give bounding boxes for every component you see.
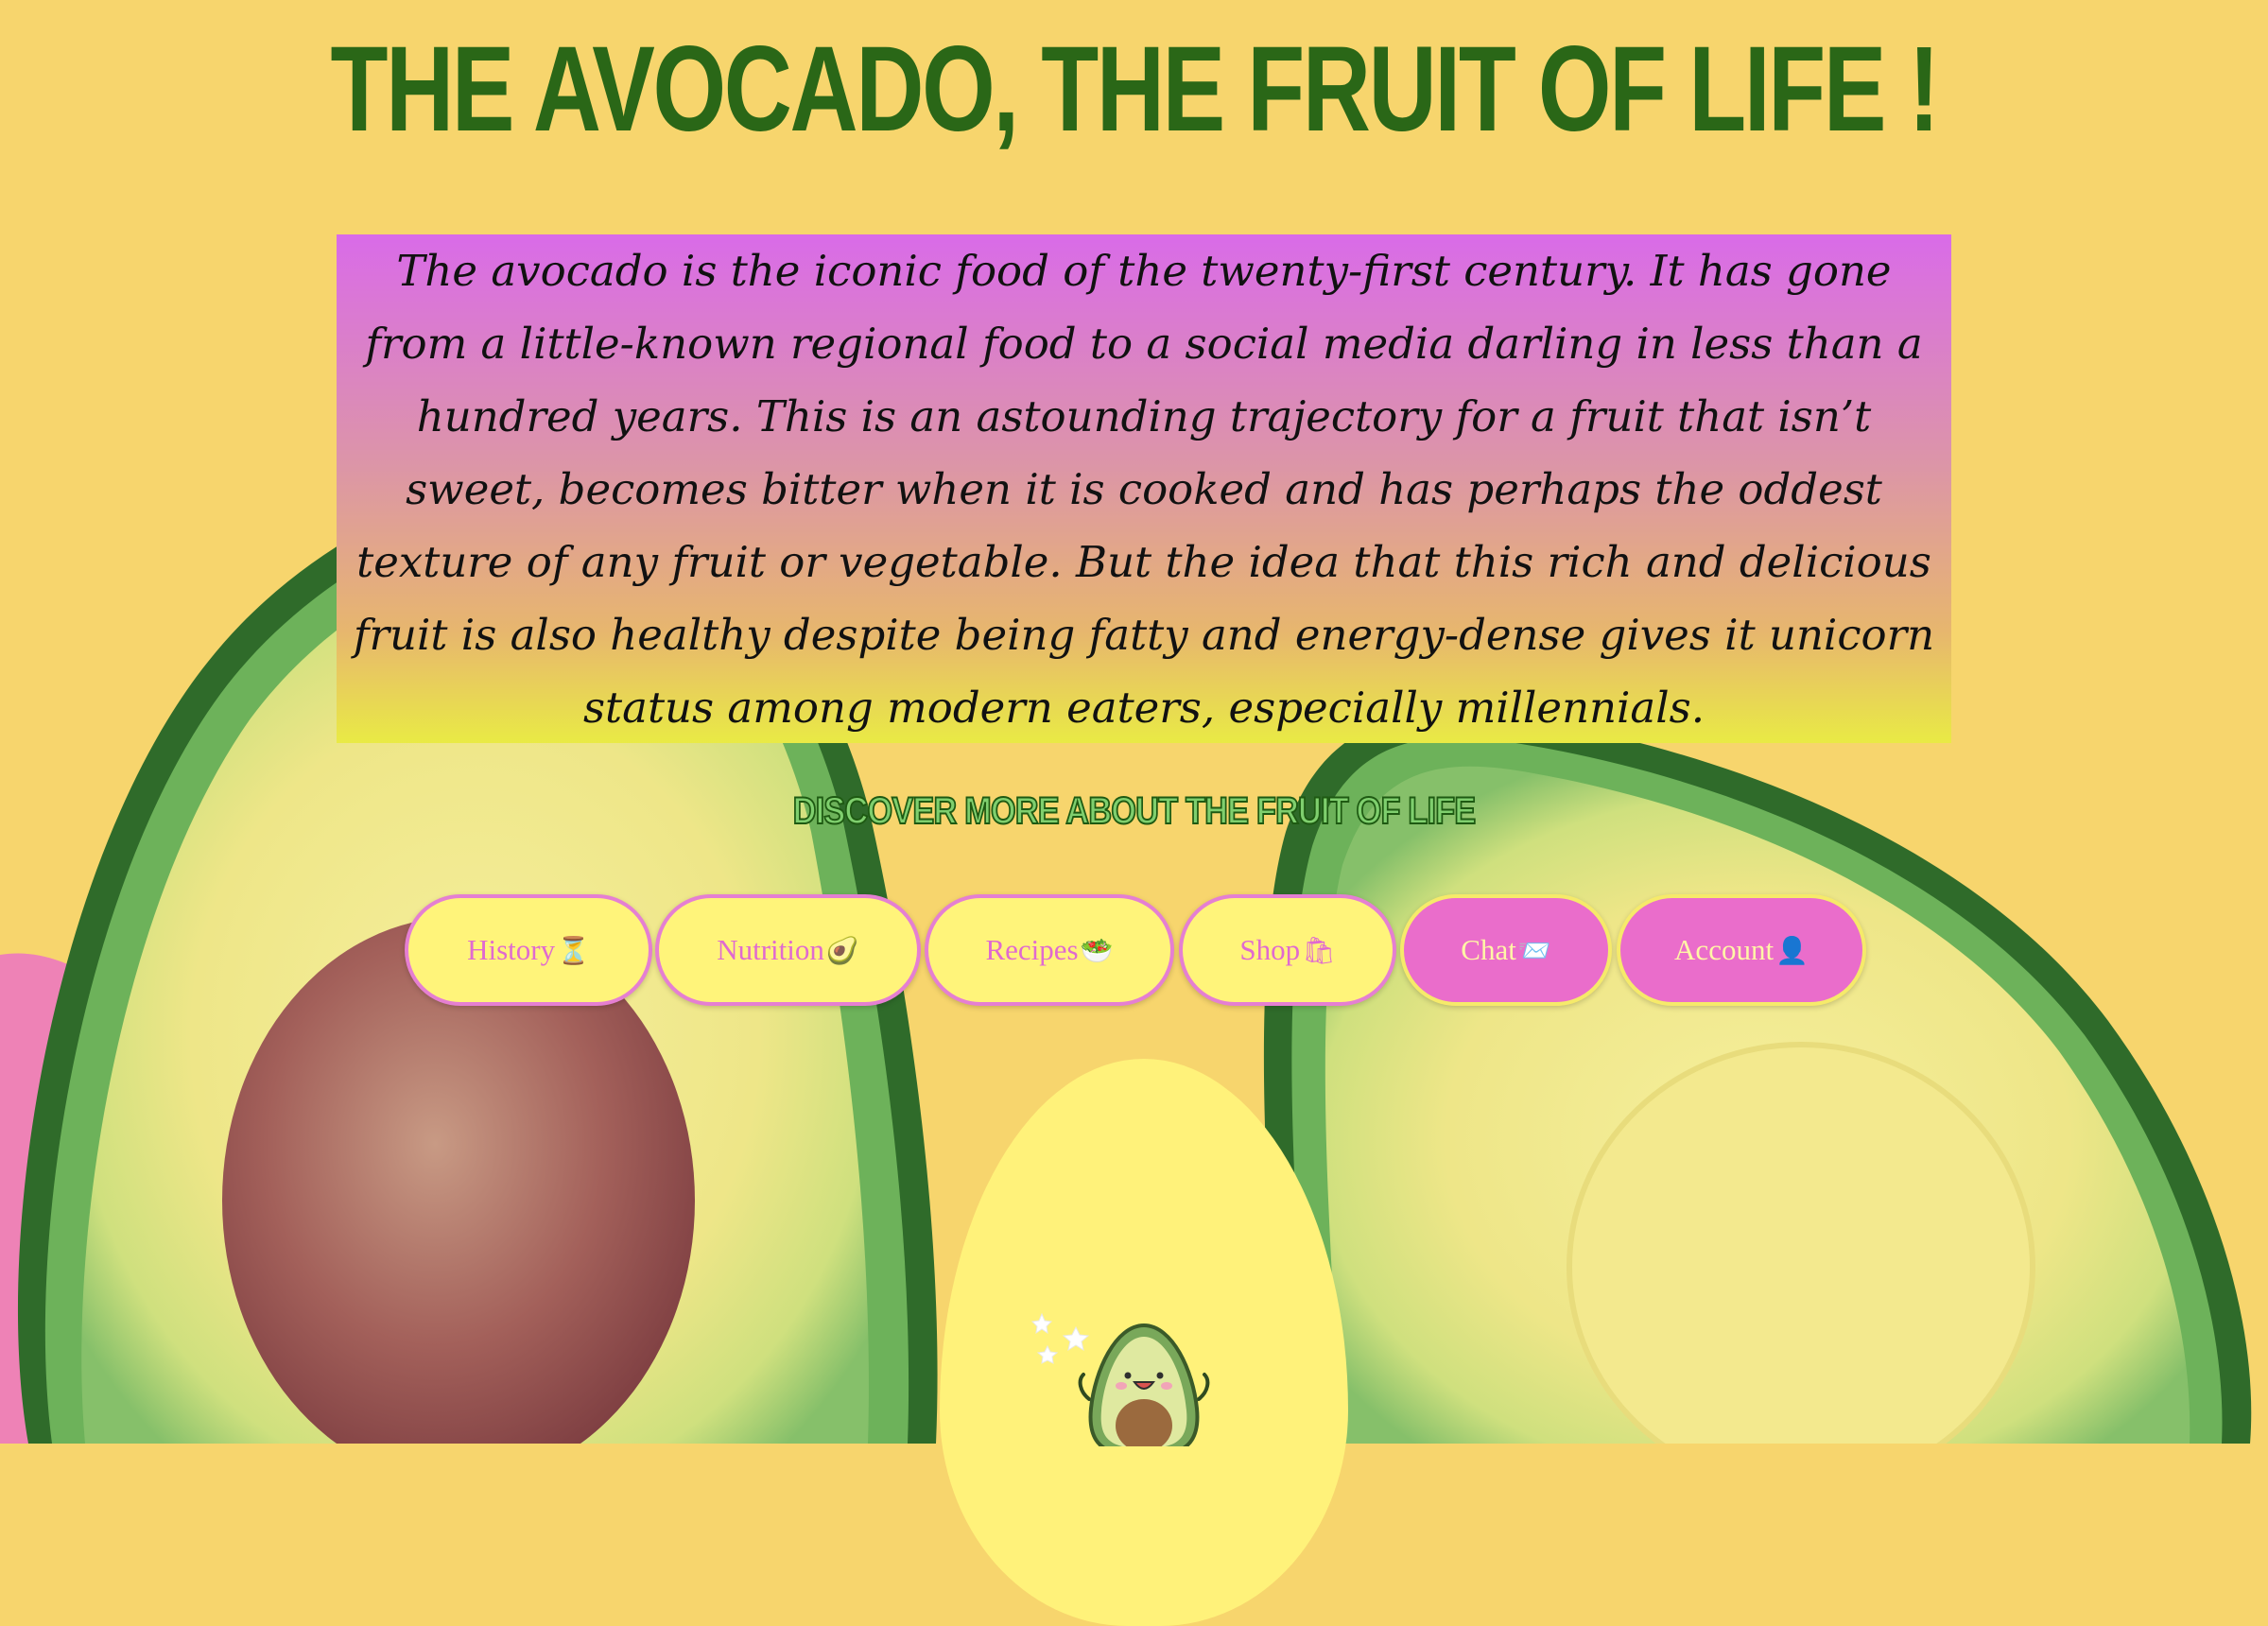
nav-label-nutrition: Nutrition	[717, 933, 824, 966]
discover-heading: DISCOVER MORE ABOUT THE FRUIT OF LIFE	[792, 789, 1477, 833]
nav-button-chat[interactable]: Chat 📨	[1400, 894, 1612, 1006]
page-title: THE AVOCADO, THE FRUIT OF LIFE !	[330, 22, 1940, 157]
nav-label-chat: Chat	[1461, 933, 1516, 966]
nav-button-shop[interactable]: Shop 🛍	[1179, 894, 1396, 1006]
nav-button-account[interactable]: Account 👤	[1617, 894, 1866, 1006]
nav-label-shop: Shop	[1239, 933, 1301, 966]
intro-paragraph: The avocado is the iconic food of the tw…	[353, 246, 1935, 733]
nav-button-history[interactable]: History ⏳	[405, 894, 652, 1006]
shopping-bags-icon: 🛍	[1302, 934, 1336, 966]
nav-button-nutrition[interactable]: Nutrition 🥑	[655, 894, 921, 1006]
nav-button-recipes[interactable]: Recipes 🥗	[925, 894, 1174, 1006]
envelope-icon: 📨	[1517, 934, 1551, 966]
nav-label-history: History	[467, 933, 556, 966]
user-icon: 👤	[1775, 934, 1809, 966]
main-navigation: History ⏳ Nutrition 🥑 Recipes 🥗 Shop 🛍 Chat 📨…	[0, 894, 2268, 1010]
nav-label-recipes: Recipes	[985, 933, 1079, 966]
intro-text-box: The avocado is the iconic food of the tw…	[337, 234, 1951, 743]
nav-label-account: Account	[1674, 933, 1775, 966]
avocado-icon: 🥑	[825, 934, 859, 966]
hourglass-icon: ⏳	[557, 934, 590, 966]
salad-icon: 🥗	[1080, 934, 1114, 966]
avocado-mascot-icon	[1030, 1312, 1210, 1446]
